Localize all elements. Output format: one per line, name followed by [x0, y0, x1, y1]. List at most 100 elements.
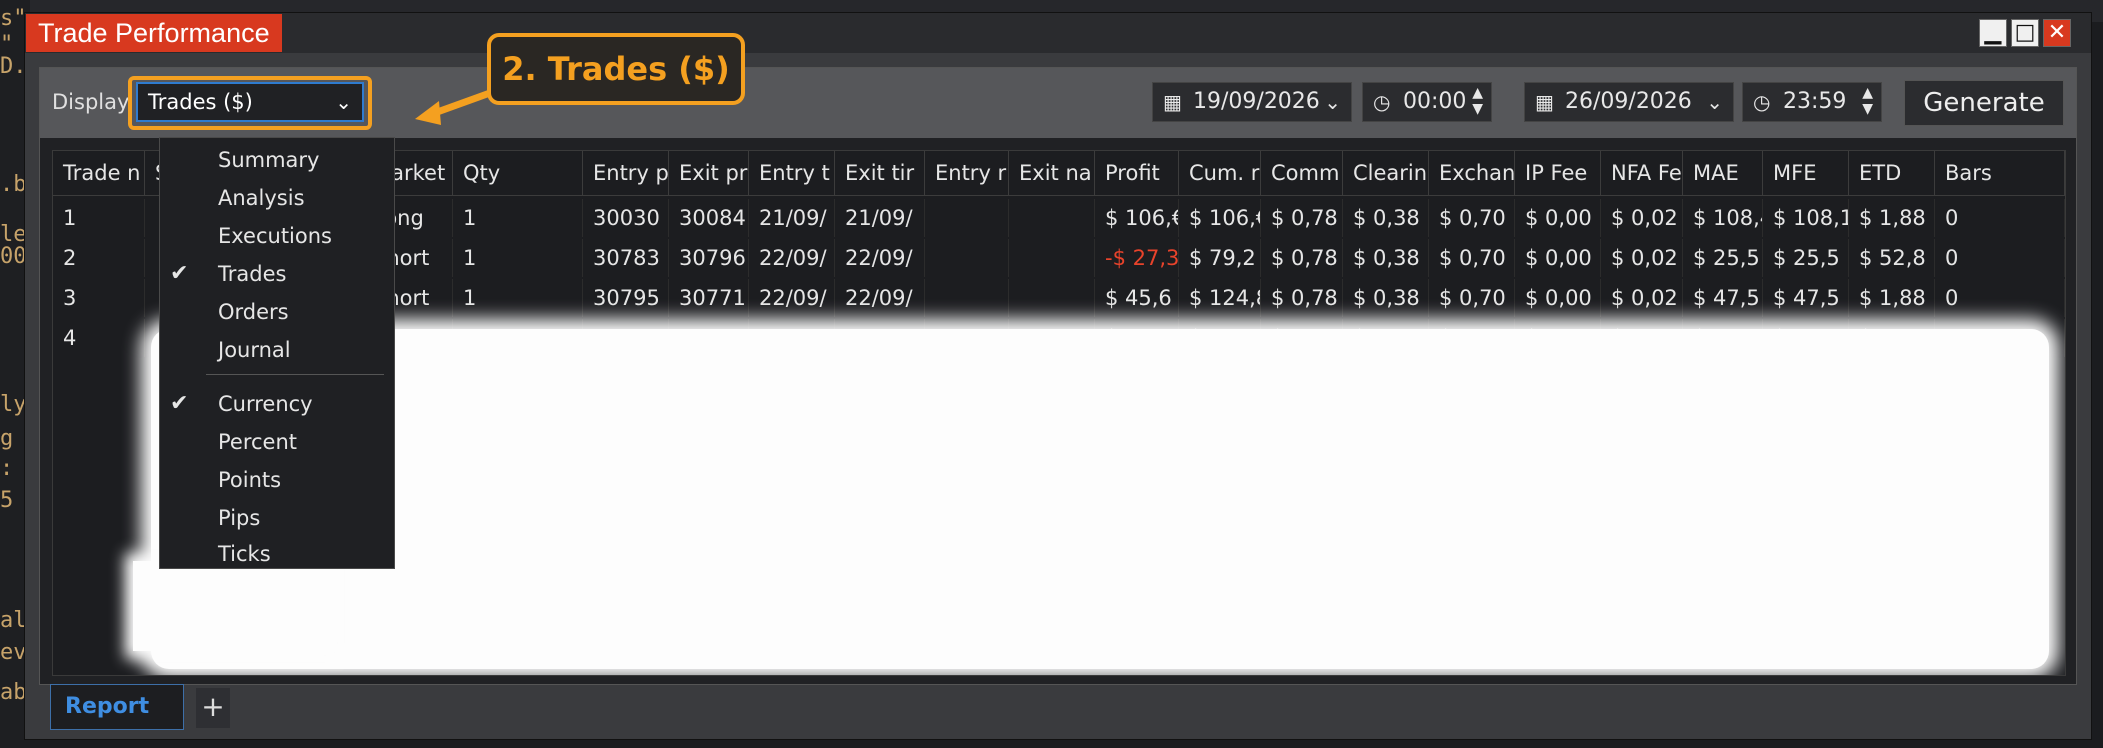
clock-icon: ◷: [1373, 90, 1391, 114]
minimize-icon: ▁: [1984, 20, 2002, 45]
column-header[interactable]: Entry p: [583, 151, 669, 195]
table-cell: $ 124,8: [1179, 279, 1261, 317]
column-header[interactable]: Comm: [1261, 151, 1343, 195]
checkmark-icon: ✔: [170, 261, 189, 286]
column-header[interactable]: Profit: [1095, 151, 1179, 195]
table-cell: 1: [53, 199, 145, 237]
start-date-value: 19/09/2026: [1193, 89, 1320, 114]
start-time-picker[interactable]: ◷ 00:00 ▲ ▼: [1362, 82, 1492, 122]
column-header[interactable]: Trade n: [53, 151, 145, 195]
highlight-box: [128, 76, 372, 130]
table-cell: 22/09/: [749, 239, 835, 277]
menu-item-label: Percent: [218, 430, 298, 454]
menu-item-label: Analysis: [218, 186, 305, 210]
column-header[interactable]: Qty: [453, 151, 583, 195]
maximize-button[interactable]: □: [2011, 19, 2039, 47]
redacted-area: [151, 329, 2049, 669]
table-cell: $ 45,6: [1095, 279, 1179, 317]
time-spinner-icon[interactable]: ▲ ▼: [1472, 85, 1483, 117]
menu-item-executions[interactable]: Executions: [160, 218, 394, 254]
menu-item-analysis[interactable]: Analysis: [160, 180, 394, 216]
menu-item-label: Journal: [218, 338, 291, 362]
table-cell: $ 25,5: [1763, 239, 1849, 277]
menu-item-pips[interactable]: Pips: [160, 500, 394, 536]
code-line: g: [0, 426, 14, 451]
table-cell: [1009, 199, 1095, 237]
table-cell: 30771.: [669, 279, 749, 317]
table-cell: $ 0,38: [1343, 279, 1429, 317]
column-header[interactable]: Entry r: [925, 151, 1009, 195]
table-cell: 2: [53, 239, 145, 277]
chevron-down-icon: ⌄: [1324, 90, 1341, 114]
close-icon: ✕: [2047, 20, 2067, 45]
minimize-button[interactable]: ▁: [1979, 19, 2007, 47]
table-cell: -$ 27,3: [1095, 239, 1179, 277]
menu-item-journal[interactable]: Journal: [160, 332, 394, 368]
column-header[interactable]: MAE: [1683, 151, 1763, 195]
column-header[interactable]: NFA Fe: [1601, 151, 1683, 195]
table-cell: $ 0,78: [1261, 279, 1343, 317]
time-spinner-icon[interactable]: ▲ ▼: [1862, 85, 1873, 117]
column-header[interactable]: Exit tir: [835, 151, 925, 195]
table-cell: $ 108,4: [1683, 199, 1763, 237]
column-header[interactable]: Bars: [1935, 151, 2065, 195]
end-date-value: 26/09/2026: [1565, 89, 1692, 114]
checkmark-icon: ✔: [170, 391, 189, 416]
table-cell: [925, 239, 1009, 277]
table-cell: $ 0,78: [1261, 239, 1343, 277]
title-bar[interactable]: Trade Performance ▁ □ ✕: [25, 13, 2091, 53]
column-header[interactable]: Cum. r: [1179, 151, 1261, 195]
menu-item-trades[interactable]: ✔ Trades: [160, 256, 394, 292]
column-header[interactable]: Exit na: [1009, 151, 1095, 195]
menu-item-orders[interactable]: Orders: [160, 294, 394, 330]
calendar-icon: ▦: [1163, 90, 1182, 114]
table-cell: 30796: [669, 239, 749, 277]
end-time-picker[interactable]: ◷ 23:59 ▲ ▼: [1742, 82, 1882, 122]
table-cell: $ 0,78: [1261, 199, 1343, 237]
code-line: 5: [0, 488, 14, 513]
column-header[interactable]: Exchan: [1429, 151, 1515, 195]
end-date-picker[interactable]: ▦ 26/09/2026 ⌄: [1524, 82, 1734, 122]
table-cell: $ 106,€: [1179, 199, 1261, 237]
column-header[interactable]: MFE: [1763, 151, 1849, 195]
redacted-area: [133, 561, 333, 651]
column-header[interactable]: Clearin: [1343, 151, 1429, 195]
end-time-value: 23:59: [1783, 89, 1847, 114]
table-cell: [925, 199, 1009, 237]
table-cell: $ 0,02: [1601, 199, 1683, 237]
table-cell: 22/09/: [835, 279, 925, 317]
column-header[interactable]: IP Fee: [1515, 151, 1601, 195]
menu-item-label: Summary: [218, 148, 320, 172]
code-line: .b: [0, 172, 27, 197]
table-cell: $ 0,00: [1515, 279, 1601, 317]
column-header[interactable]: Entry t: [749, 151, 835, 195]
close-button[interactable]: ✕: [2043, 19, 2071, 47]
table-cell: $ 25,5: [1683, 239, 1763, 277]
maximize-icon: □: [2014, 20, 2036, 45]
table-cell: $ 47,5: [1763, 279, 1849, 317]
menu-item-label: Ticks: [218, 542, 271, 566]
table-cell: $ 0,00: [1515, 199, 1601, 237]
display-label: Display: [52, 90, 130, 114]
table-cell: 0: [1935, 239, 2065, 277]
add-tab-button[interactable]: +: [196, 688, 230, 728]
start-date-picker[interactable]: ▦ 19/09/2026 ⌄: [1152, 82, 1352, 122]
menu-item-currency[interactable]: ✔ Currency: [160, 386, 394, 422]
menu-item-ticks[interactable]: Ticks: [160, 536, 394, 572]
start-time-value: 00:00: [1403, 89, 1467, 114]
menu-item-summary[interactable]: Summary: [160, 142, 394, 178]
table-cell: $ 1,88: [1849, 199, 1935, 237]
menu-item-label: Orders: [218, 300, 289, 324]
table-cell: 21/09/: [835, 199, 925, 237]
table-cell: 4: [53, 319, 145, 357]
menu-item-percent[interactable]: Percent: [160, 424, 394, 460]
table-cell: $ 0,00: [1515, 239, 1601, 277]
generate-button[interactable]: Generate: [1904, 80, 2064, 126]
toolbar: Display Trades ($) ⌄ ▦ 19/09/2026 ⌄ ◷ 00…: [40, 68, 2076, 138]
tab-report[interactable]: Report: [50, 684, 184, 730]
menu-item-points[interactable]: Points: [160, 462, 394, 498]
menu-item-label: Pips: [218, 506, 261, 530]
column-header[interactable]: ETD: [1849, 151, 1935, 195]
chevron-down-icon: ⌄: [1706, 90, 1723, 114]
column-header[interactable]: Exit pri: [669, 151, 749, 195]
